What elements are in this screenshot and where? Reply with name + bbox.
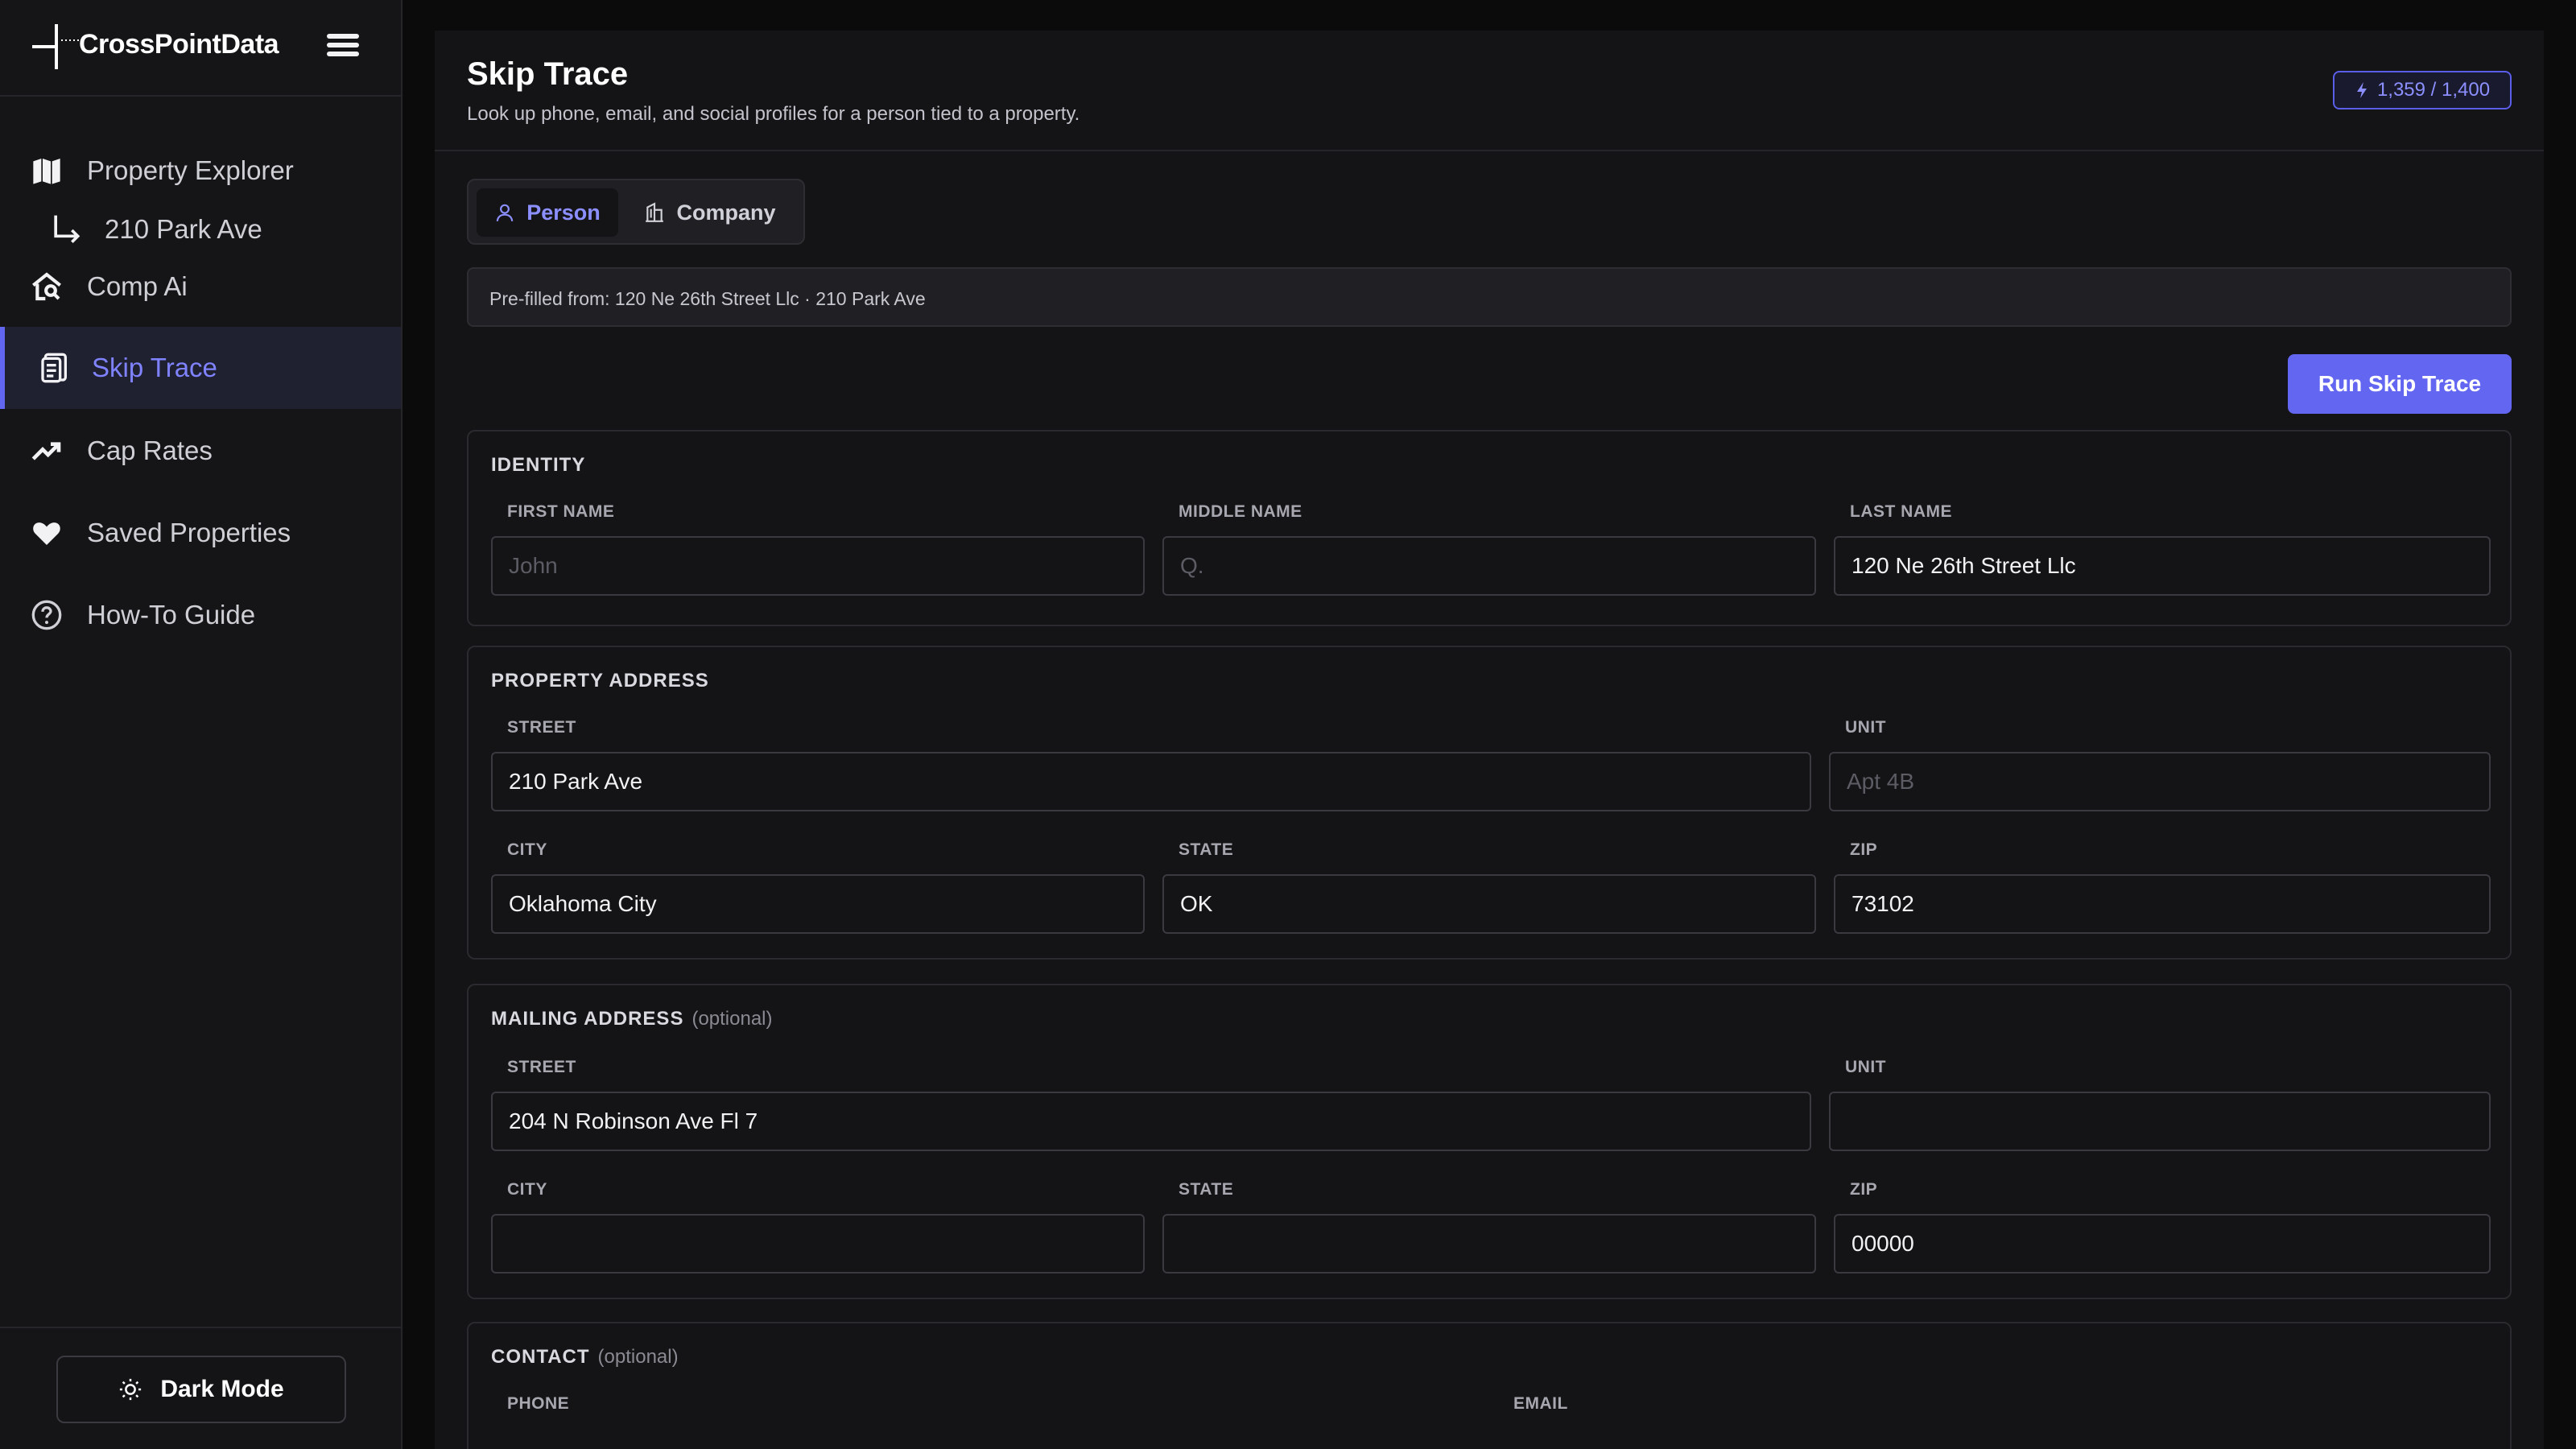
trending-up-icon xyxy=(31,442,61,460)
mailing-street-input[interactable] xyxy=(491,1092,1811,1151)
mailing-address-section: MAILING ADDRESS (optional) STREET UNIT CI… xyxy=(467,984,2512,1299)
property-city-input[interactable] xyxy=(491,874,1145,934)
property-unit-input[interactable] xyxy=(1829,752,2491,811)
mailing-city-input[interactable] xyxy=(491,1214,1145,1274)
mailing-zip-input[interactable] xyxy=(1834,1214,2491,1274)
property-address-section: PROPERTY ADDRESS STREET UNIT CITY STATE … xyxy=(467,646,2512,960)
subdirectory-arrow-icon xyxy=(54,215,80,243)
section-title: PROPERTY ADDRESS xyxy=(491,670,709,691)
building-icon xyxy=(646,202,664,222)
section-title: IDENTITY xyxy=(491,454,586,476)
house-search-icon xyxy=(32,272,61,301)
middle-name-input[interactable] xyxy=(1162,536,1816,596)
brand-header: CrossPointData xyxy=(0,0,401,97)
page-header: Skip Trace Look up phone, email, and soc… xyxy=(435,31,2544,151)
mailing-state-label: STATE xyxy=(1179,1180,1234,1199)
middle-name-label: MIDDLE NAME xyxy=(1179,502,1302,521)
identity-section: IDENTITY FIRST NAME MIDDLE NAME LAST NAM… xyxy=(467,430,2512,626)
mailing-zip-label: ZIP xyxy=(1850,1180,1878,1199)
page-subtitle: Look up phone, email, and social profile… xyxy=(467,103,1080,125)
sidebar-item-label: How-To Guide xyxy=(87,600,256,630)
mailing-state-input[interactable] xyxy=(1162,1214,1816,1274)
app-root: CrossPointData Property Explorer 210 Par… xyxy=(0,0,2576,1449)
sidebar-item-label: Comp Ai xyxy=(87,271,188,301)
section-title-text: CONTACT xyxy=(491,1346,590,1368)
property-zip-input[interactable] xyxy=(1834,874,2491,934)
property-state-label: STATE xyxy=(1179,840,1234,859)
last-name-label: LAST NAME xyxy=(1850,502,1952,521)
page-title: Skip Trace xyxy=(467,56,629,92)
section-title: MAILING ADDRESS (optional) xyxy=(491,1008,773,1030)
tab-company[interactable]: Company xyxy=(630,188,791,237)
dark-mode-toggle[interactable]: Dark Mode xyxy=(56,1356,346,1423)
tab-person-label: Person xyxy=(526,200,601,225)
property-state-input[interactable] xyxy=(1162,874,1816,934)
help-circle-icon xyxy=(31,600,62,630)
prefill-notice: Pre-filled from: 120 Ne 26th Street Llc … xyxy=(467,267,2512,327)
property-zip-label: ZIP xyxy=(1850,840,1878,859)
sidebar-item-comp-ai[interactable]: Comp Ai xyxy=(0,248,401,325)
last-name-input[interactable] xyxy=(1834,536,2491,596)
sidebar-item-saved-properties[interactable]: Saved Properties xyxy=(0,494,401,572)
phone-label: PHONE xyxy=(507,1394,570,1413)
first-name-label: FIRST NAME xyxy=(507,502,615,521)
run-skip-trace-button[interactable]: Run Skip Trace xyxy=(2288,354,2512,414)
sidebar: CrossPointData Property Explorer 210 Par… xyxy=(0,0,402,1449)
entity-type-switch: Person Company xyxy=(467,179,805,245)
map-icon xyxy=(33,159,60,184)
credits-badge: 1,359 / 1,400 xyxy=(2333,71,2512,109)
optional-tag: (optional) xyxy=(691,1008,773,1030)
brand-name: CrossPointData xyxy=(79,29,279,60)
email-label: EMAIL xyxy=(1513,1394,1568,1413)
optional-tag: (optional) xyxy=(597,1346,679,1368)
document-icon xyxy=(41,353,68,383)
menu-toggle-icon[interactable] xyxy=(327,34,359,61)
mailing-street-label: STREET xyxy=(507,1058,576,1076)
mailing-unit-input[interactable] xyxy=(1829,1092,2491,1151)
dark-mode-label: Dark Mode xyxy=(160,1376,284,1402)
sidebar-item-label: 210 Park Ave xyxy=(105,214,262,244)
logo-crosshair-icon xyxy=(32,24,79,69)
property-street-input[interactable] xyxy=(491,752,1811,811)
sidebar-item-label: Skip Trace xyxy=(92,353,217,382)
mailing-city-label: CITY xyxy=(507,1180,547,1199)
property-unit-label: UNIT xyxy=(1845,718,1886,737)
sidebar-footer: Dark Mode xyxy=(0,1327,401,1449)
section-title: CONTACT (optional) xyxy=(491,1346,679,1368)
lightning-icon xyxy=(2356,82,2367,98)
sidebar-item-label: Property Explorer xyxy=(87,155,294,185)
credits-count: 1,359 / 1,400 xyxy=(2376,79,2491,101)
sidebar-item-how-to-guide[interactable]: How-To Guide xyxy=(0,576,401,654)
sun-icon xyxy=(120,1378,142,1401)
main-panel: Skip Trace Look up phone, email, and soc… xyxy=(435,31,2544,1449)
heart-icon xyxy=(33,522,60,545)
tab-company-label: Company xyxy=(676,200,776,225)
sidebar-item-skip-trace[interactable]: Skip Trace xyxy=(0,327,401,409)
sidebar-item-label: Cap Rates xyxy=(87,436,213,465)
property-street-label: STREET xyxy=(507,718,576,737)
sidebar-item-property-explorer[interactable]: Property Explorer xyxy=(0,132,401,209)
first-name-input[interactable] xyxy=(491,536,1145,596)
mailing-unit-label: UNIT xyxy=(1845,1058,1886,1076)
section-title-text: MAILING ADDRESS xyxy=(491,1008,684,1030)
user-icon xyxy=(496,204,514,222)
property-city-label: CITY xyxy=(507,840,547,859)
contact-section: CONTACT (optional) PHONE EMAIL xyxy=(467,1322,2512,1449)
sidebar-item-label: Saved Properties xyxy=(87,518,291,547)
tab-person[interactable]: Person xyxy=(477,188,618,237)
sidebar-item-cap-rates[interactable]: Cap Rates xyxy=(0,412,401,489)
